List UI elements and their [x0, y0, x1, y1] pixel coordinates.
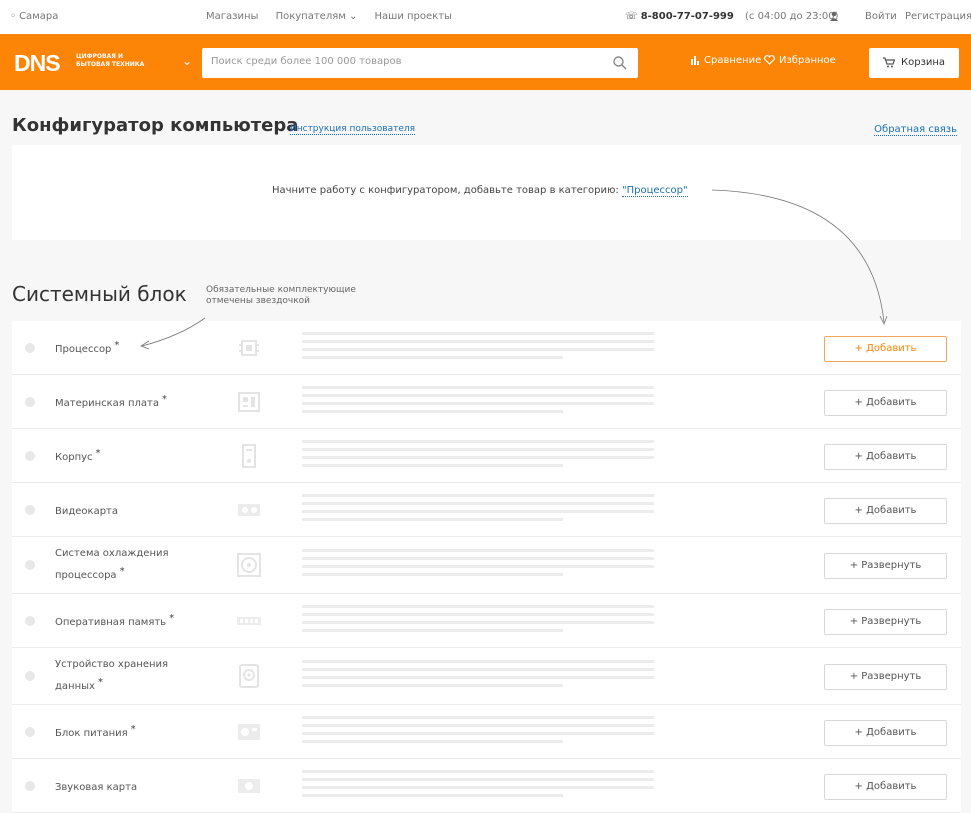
add-button[interactable]: + Добавить	[824, 719, 947, 746]
radio[interactable]	[25, 504, 35, 515]
radio[interactable]	[25, 560, 35, 570]
component-name: Видеокарта	[55, 505, 119, 517]
expand-button[interactable]: + Развернуть	[824, 664, 947, 690]
instructions-link[interactable]: Инструкция пользователя	[290, 124, 416, 135]
component-name: Оперативная память *	[55, 612, 175, 628]
compare-link[interactable]: Сравнение	[690, 55, 761, 66]
gpu-icon	[238, 503, 260, 516]
component-name: Блок питания *	[55, 723, 136, 739]
favorites-link[interactable]: Избранное	[764, 55, 836, 66]
feedback-link[interactable]: Обратная связь	[874, 124, 957, 136]
login-link[interactable]: Войти	[865, 11, 897, 22]
city-selector[interactable]: ◦ Самара	[10, 11, 58, 22]
required-note: Обязательные комплектующие отмечены звез…	[206, 285, 356, 306]
cart-button[interactable]: Корзина	[869, 48, 959, 78]
component-row-ram: Оперативная память * + Развернуть	[12, 594, 961, 648]
projects-link[interactable]: Наши проекты	[375, 11, 452, 22]
sound-card-icon	[238, 778, 260, 793]
section-title: Системный блок	[12, 282, 187, 306]
component-name: Устройство хранения данных *	[55, 659, 169, 692]
expand-button[interactable]: + Развернуть	[824, 553, 947, 579]
page-title: Конфигуратор компьютера	[12, 115, 299, 136]
hint-text: Начните работу с конфигуратором, добавьт…	[272, 185, 688, 197]
work-hours: (с 04:00 до 23:00)	[745, 11, 839, 22]
radio[interactable]	[25, 726, 35, 737]
heart-icon	[764, 55, 775, 65]
phone-info: ☏ 8-800-77-07-999 (с 04:00 до 23:00)	[625, 11, 839, 22]
ram-icon	[237, 616, 261, 625]
add-button[interactable]: + Добавить	[824, 389, 947, 416]
hint-box: Начните работу с конфигуратором, добавьт…	[12, 145, 961, 240]
chevron-down-icon[interactable]: ⌄	[182, 54, 192, 68]
motherboard-icon	[238, 391, 260, 412]
main-header: DNS ЦИФРОВАЯ И БЫТОВАЯ ТЕХНИКА ⌄ Поиск ср…	[0, 34, 971, 90]
cart-label: Корзина	[901, 57, 946, 68]
radio[interactable]	[25, 780, 35, 791]
hdd-icon	[239, 664, 259, 688]
user-icon[interactable]	[828, 10, 840, 22]
psu-icon	[238, 723, 260, 740]
compare-label: Сравнение	[704, 55, 762, 66]
case-icon	[242, 443, 256, 468]
component-row-cooler: Система охлаждения процессора * + Разверн…	[12, 537, 961, 594]
add-button[interactable]: + Добавить	[824, 497, 947, 524]
component-row-cpu: Процессор * + Добавить	[12, 321, 961, 375]
favorites-label: Избранное	[779, 55, 836, 66]
search-icon[interactable]	[612, 55, 628, 71]
cpu-icon	[239, 339, 259, 356]
hint-category-link[interactable]: "Процессор"	[621, 185, 688, 197]
search-input[interactable]: Поиск среди более 100 000 товаров	[211, 56, 401, 67]
component-name: Процессор *	[55, 339, 120, 355]
add-button[interactable]: + Добавить	[824, 773, 947, 800]
radio[interactable]	[25, 671, 35, 681]
dns-logo[interactable]: DNS ЦИФРОВАЯ И БЫТОВАЯ ТЕХНИКА ⌄	[14, 48, 194, 76]
add-button[interactable]: + Добавить	[824, 335, 947, 362]
component-row-psu: Блок питания * + Добавить	[12, 705, 961, 759]
radio[interactable]	[25, 342, 35, 353]
component-name: Материнская плата *	[55, 393, 167, 409]
fan-icon	[237, 553, 261, 577]
radio[interactable]	[25, 396, 35, 407]
hint-prefix: Начните работу с конфигуратором, добавьт…	[272, 185, 619, 196]
city-label: Самара	[19, 11, 59, 22]
register-link[interactable]: Регистрация	[905, 11, 971, 22]
components-list: Процессор * + Добавить Материнская плата *…	[12, 321, 961, 813]
logo-tagline: ЦИФРОВАЯ И БЫТОВАЯ ТЕХНИКА	[76, 53, 145, 68]
stores-link[interactable]: Магазины	[206, 11, 258, 22]
component-name: Корпус *	[55, 447, 101, 463]
customers-link[interactable]: Покупателям ⌄	[276, 11, 358, 22]
component-row-gpu: Видеокарта + Добавить	[12, 483, 961, 537]
component-name: Система охлаждения процессора *	[55, 548, 169, 581]
search-box[interactable]: Поиск среди более 100 000 товаров	[202, 48, 638, 78]
radio[interactable]	[25, 450, 35, 461]
phone-number[interactable]: 8-800-77-07-999	[641, 11, 734, 22]
component-row-storage: Устройство хранения данных * + Развернуть	[12, 648, 961, 705]
expand-button[interactable]: + Развернуть	[824, 608, 947, 635]
cart-icon	[883, 57, 895, 68]
component-row-motherboard: Материнская плата * + Добавить	[12, 375, 961, 429]
component-row-case: Корпус * + Добавить	[12, 429, 961, 483]
component-row-soundcard: Звуковая карта + Добавить	[12, 759, 961, 813]
phone-icon: ☏	[625, 11, 638, 22]
chart-icon	[691, 56, 699, 65]
top-bar: ◦ Самара Магазины Покупателям ⌄ Наши про…	[0, 0, 971, 34]
radio[interactable]	[25, 615, 35, 626]
add-button[interactable]: + Добавить	[824, 443, 947, 470]
component-name: Звуковая карта	[55, 781, 138, 793]
top-links: Магазины Покупателям ⌄ Наши проекты	[206, 11, 466, 22]
logo-text: DNS	[14, 50, 61, 76]
